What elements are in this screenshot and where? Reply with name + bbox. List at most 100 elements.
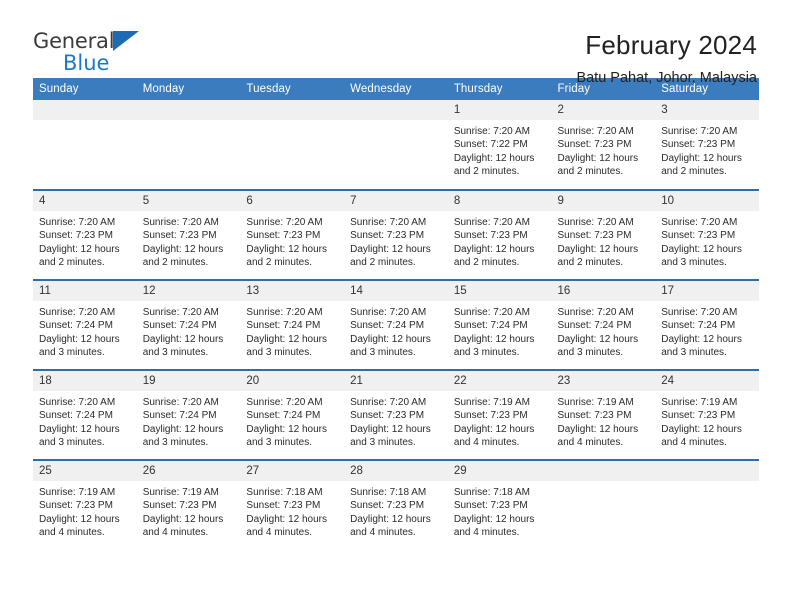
calendar-page: General Blue February 2024 Batu Pahat, J… [0,0,792,612]
day-number [655,461,759,481]
calendar-day-cell[interactable]: 7 Sunrise: 7:20 AM Sunset: 7:23 PM Daylight… [344,189,448,280]
day-number: 22 [447,371,552,391]
generalblue-logo[interactable]: General Blue [33,30,183,74]
day-sunset-text: Sunset: 7:23 PM [350,500,425,512]
calendar-day-cell[interactable]: 1 Sunrise: 7:20 AM Sunset: 7:22 PM Daylight… [447,100,552,190]
day-daylight1-text: Daylight: 12 hours [557,243,639,255]
day-daylight2-text: and 3 minutes. [453,347,520,359]
calendar-day-cell[interactable]: 16 Sunrise: 7:20 AM Sunset: 7:24 PM Dayligh… [551,279,656,370]
day-sunrise-text: Sunrise: 7:19 AM [661,397,738,408]
calendar-day-cell[interactable]: 23 Sunrise: 7:19 AM Sunset: 7:23 PM Dayligh… [551,369,656,460]
day-number: 24 [655,371,759,391]
day-sunset-text: Sunset: 7:24 PM [246,320,321,332]
day-sunset-text: Sunset: 7:24 PM [39,320,113,332]
day-number: 20 [240,371,345,391]
day-sunset-text: Sunset: 7:24 PM [142,320,217,332]
day-number: 11 [33,281,137,301]
day-details: Sunrise: 7:20 AM Sunset: 7:23 PM Daylight:… [552,211,656,270]
day-sunrise-text: Sunrise: 7:20 AM [246,307,323,318]
day-sunset-text: Sunset: 7:23 PM [350,410,425,422]
day-details: Sunrise: 7:18 AM Sunset: 7:23 PM Daylight:… [240,481,344,540]
day-daylight2-text: and 3 minutes. [142,437,209,449]
day-details: Sunrise: 7:18 AM Sunset: 7:23 PM Daylight:… [448,481,552,540]
day-sunset-text: Sunset: 7:23 PM [557,139,632,151]
calendar-day-cell[interactable]: 22 Sunrise: 7:19 AM Sunset: 7:23 PM Dayligh… [447,369,552,460]
day-sunset-text: Sunset: 7:24 PM [246,410,321,422]
day-daylight1-text: Daylight: 12 hours [142,333,224,345]
day-number: 14 [344,281,448,301]
day-daylight1-text: Daylight: 12 hours [246,333,328,345]
day-sunrise-text: Sunrise: 7:20 AM [453,217,530,228]
day-details: Sunrise: 7:20 AM Sunset: 7:24 PM Daylight:… [448,301,552,360]
day-daylight1-text: Daylight: 12 hours [453,152,535,164]
day-daylight1-text: Daylight: 12 hours [453,243,535,255]
day-daylight2-text: and 3 minutes. [39,437,105,449]
day-number: 27 [240,461,345,481]
calendar-day-cell[interactable]: 19 Sunrise: 7:20 AM Sunset: 7:24 PM Dayligh… [136,369,241,460]
calendar-day-cell[interactable]: 6 Sunrise: 7:20 AM Sunset: 7:23 PM Daylight… [240,189,345,280]
calendar-day-cell[interactable]: 18 Sunrise: 7:20 AM Sunset: 7:24 PM Dayligh… [33,369,137,460]
calendar-day-cell[interactable]: 24 Sunrise: 7:19 AM Sunset: 7:23 PM Dayligh… [655,369,759,460]
day-number: 9 [551,191,656,211]
calendar-day-cell[interactable]: 3 Sunrise: 7:20 AM Sunset: 7:23 PM Daylight… [655,100,759,190]
calendar-day-cell[interactable]: 13 Sunrise: 7:20 AM Sunset: 7:24 PM Dayligh… [240,279,345,370]
calendar-body: 1 Sunrise: 7:20 AM Sunset: 7:22 PM Daylight… [33,100,759,550]
calendar-day-cell[interactable]: 21 Sunrise: 7:20 AM Sunset: 7:23 PM Dayligh… [344,369,448,460]
calendar-day-cell[interactable]: 14 Sunrise: 7:20 AM Sunset: 7:24 PM Dayligh… [344,279,448,370]
calendar-day-cell[interactable]: 27 Sunrise: 7:18 AM Sunset: 7:23 PM Dayligh… [240,459,345,550]
weekday-header-tuesday: Tuesday [240,78,345,100]
day-number: 6 [240,191,345,211]
day-details: Sunrise: 7:19 AM Sunset: 7:23 PM Daylight:… [655,391,759,450]
day-sunrise-text: Sunrise: 7:20 AM [661,126,738,137]
calendar-day-cell-empty [655,459,759,550]
day-number: 4 [33,191,137,211]
day-number: 23 [551,371,656,391]
day-daylight1-text: Daylight: 12 hours [142,513,224,525]
weekday-header-monday: Monday [136,78,241,100]
calendar-day-cell[interactable]: 8 Sunrise: 7:20 AM Sunset: 7:23 PM Daylight… [447,189,552,280]
calendar-day-cell[interactable]: 29 Sunrise: 7:18 AM Sunset: 7:23 PM Dayligh… [447,459,552,550]
calendar-day-cell[interactable]: 9 Sunrise: 7:20 AM Sunset: 7:23 PM Daylight… [551,189,656,280]
day-daylight2-text: and 2 minutes. [557,166,624,178]
day-details: Sunrise: 7:20 AM Sunset: 7:23 PM Daylight:… [655,211,759,270]
calendar-day-cell[interactable]: 15 Sunrise: 7:20 AM Sunset: 7:24 PM Dayligh… [447,279,552,370]
day-sunset-text: Sunset: 7:24 PM [453,320,528,332]
day-daylight1-text: Daylight: 12 hours [350,423,431,435]
day-details: Sunrise: 7:20 AM Sunset: 7:24 PM Daylight:… [240,301,344,360]
day-details: Sunrise: 7:20 AM Sunset: 7:24 PM Daylight:… [655,301,759,360]
calendar-day-cell[interactable]: 25 Sunrise: 7:19 AM Sunset: 7:23 PM Dayligh… [33,459,137,550]
calendar-day-cell[interactable]: 11 Sunrise: 7:20 AM Sunset: 7:24 PM Dayligh… [33,279,137,370]
day-number: 12 [136,281,241,301]
day-details: Sunrise: 7:20 AM Sunset: 7:24 PM Daylight:… [552,301,656,360]
calendar-day-cell[interactable]: 4 Sunrise: 7:20 AM Sunset: 7:23 PM Daylight… [33,189,137,280]
calendar-day-cell[interactable]: 20 Sunrise: 7:20 AM Sunset: 7:24 PM Dayligh… [240,369,345,460]
calendar-day-cell[interactable]: 17 Sunrise: 7:20 AM Sunset: 7:24 PM Dayligh… [655,279,759,370]
calendar-day-cell[interactable]: 10 Sunrise: 7:20 AM Sunset: 7:23 PM Dayligh… [655,189,759,280]
calendar-day-cell[interactable]: 5 Sunrise: 7:20 AM Sunset: 7:23 PM Daylight… [136,189,241,280]
day-sunrise-text: Sunrise: 7:20 AM [246,217,323,228]
day-details: Sunrise: 7:19 AM Sunset: 7:23 PM Daylight:… [448,391,552,450]
day-number: 28 [344,461,448,481]
day-number: 3 [655,100,759,120]
day-daylight2-text: and 3 minutes. [661,257,727,269]
day-sunrise-text: Sunrise: 7:19 AM [142,487,219,498]
day-details: Sunrise: 7:20 AM Sunset: 7:24 PM Daylight:… [33,301,137,360]
day-number: 13 [240,281,345,301]
day-sunrise-text: Sunrise: 7:20 AM [246,397,323,408]
calendar-day-cell[interactable]: 28 Sunrise: 7:18 AM Sunset: 7:23 PM Dayligh… [344,459,448,550]
day-number: 19 [136,371,241,391]
day-sunrise-text: Sunrise: 7:20 AM [39,307,116,318]
day-sunrise-text: Sunrise: 7:19 AM [39,487,116,498]
day-daylight1-text: Daylight: 12 hours [246,243,328,255]
day-sunset-text: Sunset: 7:23 PM [246,230,321,242]
calendar-day-cell[interactable]: 12 Sunrise: 7:20 AM Sunset: 7:24 PM Dayligh… [136,279,241,370]
day-sunrise-text: Sunrise: 7:20 AM [350,307,427,318]
calendar-day-cell[interactable]: 2 Sunrise: 7:20 AM Sunset: 7:23 PM Daylight… [551,100,656,190]
calendar-day-cell[interactable]: 26 Sunrise: 7:19 AM Sunset: 7:23 PM Dayligh… [136,459,241,550]
calendar-grid: Sunday Monday Tuesday Wednesday Thursday… [33,78,759,550]
day-daylight2-text: and 3 minutes. [350,347,416,359]
day-daylight2-text: and 4 minutes. [453,437,520,449]
day-daylight1-text: Daylight: 12 hours [246,423,328,435]
day-daylight1-text: Daylight: 12 hours [557,423,639,435]
day-sunset-text: Sunset: 7:24 PM [142,410,217,422]
